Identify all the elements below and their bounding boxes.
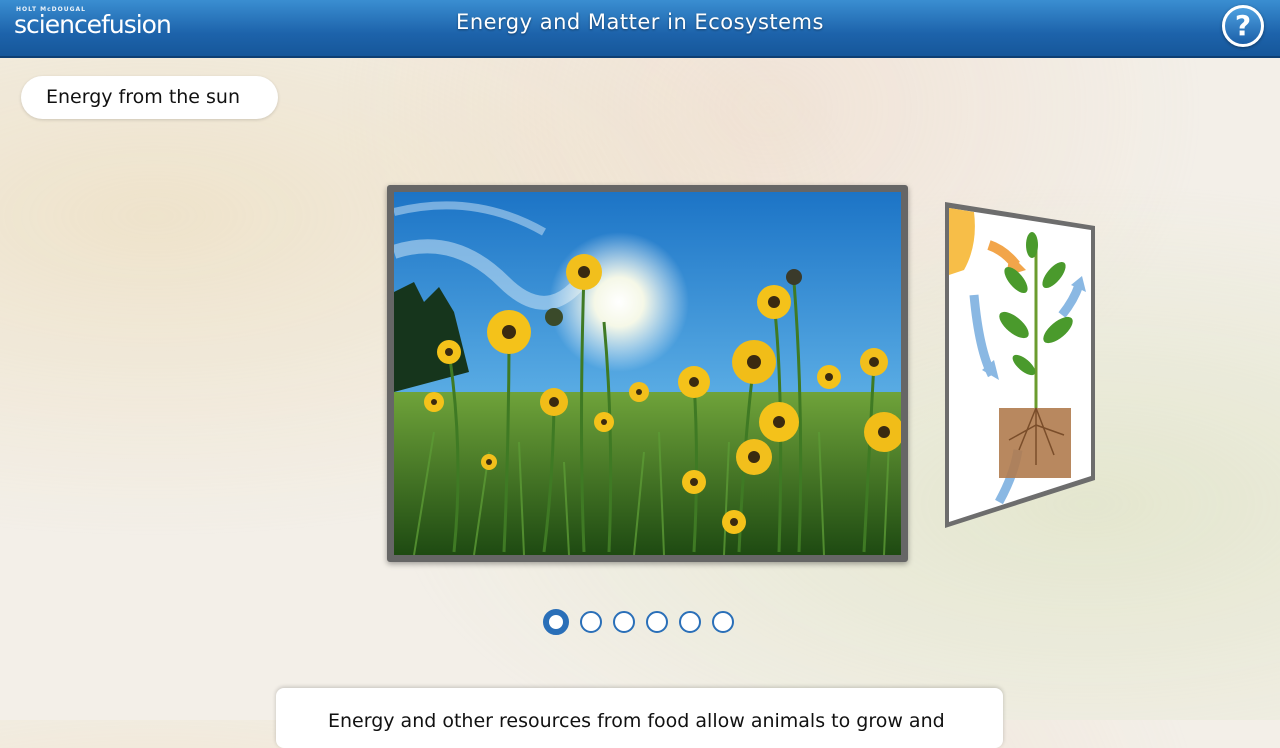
help-button[interactable]: ?: [1222, 5, 1264, 47]
slide-dot-5[interactable]: [679, 611, 701, 633]
plant-diagram-preview: [945, 202, 1095, 528]
section-label: Energy from the sun: [21, 76, 278, 119]
question-mark-icon: ?: [1234, 9, 1252, 42]
main-slide-image: [387, 185, 908, 562]
slide-dot-4[interactable]: [646, 611, 668, 633]
slide-dot-2[interactable]: [580, 611, 602, 633]
page-title: Energy and Matter in Ecosystems: [456, 10, 824, 34]
slide-dot-6[interactable]: [712, 611, 734, 633]
top-bar: HOLT McDOUGAL sciencefusion Energy and M…: [0, 0, 1280, 58]
sunflower-field-photo: [394, 192, 901, 555]
next-slide-preview[interactable]: [944, 200, 1096, 530]
slide-dot-1[interactable]: [543, 609, 569, 635]
slide-dot-3[interactable]: [613, 611, 635, 633]
caption-text: Energy and other resources from food all…: [328, 710, 945, 732]
slide-pager: [543, 609, 734, 637]
caption-panel: Energy and other resources from food all…: [276, 688, 1003, 748]
